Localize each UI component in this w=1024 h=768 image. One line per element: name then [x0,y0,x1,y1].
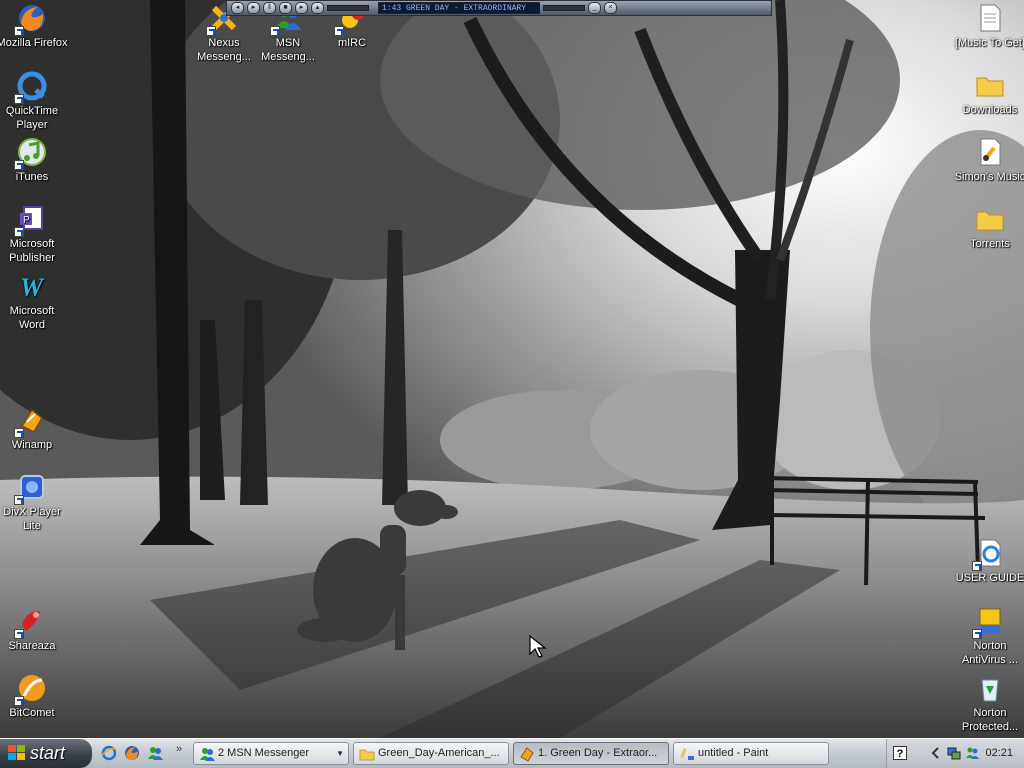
taskbar: start » 2 MSN Messenger ▼ Green_Day-Amer… [0,738,1024,768]
desktop-icon-label: iTunes [15,171,49,183]
desktop-icon-divx[interactable]: DivX Player Lite [0,471,68,533]
taskbar-button-explorer-folder[interactable]: Green_Day-American_... [353,742,509,765]
desktop-icon-music-to-get[interactable]: [Music To Get] [954,2,1024,50]
winamp-icon [520,747,534,762]
desktop-icon-simons-music[interactable]: Simon's Music [954,136,1024,184]
desktop-wallpaper [0,0,1024,738]
desktop-icon-label: Winamp [11,439,53,451]
minimize-button[interactable]: _ [588,2,601,14]
play-button[interactable]: ▸ [247,2,260,14]
paint-icon [680,747,694,760]
itunes-icon [14,136,48,170]
desktop-icon-shareaza[interactable]: Shareaza [0,605,68,653]
recycle-bin-icon [974,672,1006,704]
desktop-icon-label: Mozilla Firefox [0,37,68,49]
folder-icon [974,69,1006,101]
folder-icon [359,749,375,761]
music-file-icon [974,136,1006,168]
network-icon[interactable] [947,746,961,760]
desktop-icon-label: BitComet [9,707,55,719]
desktop-icon-label: MSN Messeng... [261,37,315,63]
divx-icon [14,471,48,505]
desktop-icon-label: Shareaza [8,640,56,652]
desktop-icon-label: Microsoft Publisher [9,238,55,264]
prev-track-button[interactable]: ◂ [231,2,244,14]
desktop-icon-bitcomet[interactable]: BitComet [0,672,68,720]
desktop-icon-label: QuickTime Player [5,105,59,131]
taskbar-button-label: untitled - Paint [698,747,769,759]
desktop-icon-label: Downloads [962,104,1018,116]
desktop-icon-winamp[interactable]: Winamp [0,404,68,452]
start-button[interactable]: start [0,739,92,768]
eject-button[interactable]: ▴ [311,2,324,14]
pause-button[interactable]: ‖ [263,2,276,14]
msn-icon [200,748,215,761]
desktop-icon-torrents[interactable]: Torrents [954,203,1024,251]
taskbar-button-paint[interactable]: untitled - Paint [673,742,829,765]
mouse-cursor-icon [529,634,547,658]
taskbar-button-winamp[interactable]: 1. Green Day - Extraor... [513,742,669,765]
desktop-icon-label: USER GUIDE [955,572,1024,584]
text-document-icon [974,2,1006,34]
seek-slider[interactable] [543,5,585,11]
msn-icon[interactable] [147,745,163,761]
firefox-icon[interactable] [124,745,140,761]
desktop-icon-word[interactable]: W Microsoft Word [0,270,68,332]
desktop-icon-label: Nexus Messeng... [197,37,251,63]
desktop-icon-label: Torrents [970,238,1010,250]
ie-icon[interactable] [101,745,117,761]
desktop-icon-norton-protected-recycle-bin[interactable]: Norton Protected... [954,672,1024,734]
help-icon[interactable]: ? [893,746,907,760]
publisher-icon: P [14,203,48,237]
norton-antivirus-icon [972,605,1006,639]
msn-status-icon[interactable] [965,746,979,760]
expand-arrow-icon[interactable] [929,746,943,760]
clock[interactable]: 02:21 [985,739,1013,768]
desktop-icon-itunes[interactable]: iTunes [0,136,68,184]
system-tray: ? 02:21 [886,739,1024,768]
desktop-icon-firefox[interactable]: Mozilla Firefox [0,2,68,50]
stop-button[interactable]: ■ [279,2,292,14]
taskbar-button-msn-messenger[interactable]: 2 MSN Messenger ▼ [193,742,349,765]
desktop-icon-quicktime[interactable]: QuickTime Player [0,70,68,132]
desktop-icon-downloads[interactable]: Downloads [954,69,1024,117]
start-label: start [30,743,66,763]
svg-text:W: W [20,273,45,302]
quick-launch-chevron-icon[interactable]: » [176,743,182,755]
desktop-icon-label: Simon's Music [954,171,1024,183]
desktop-icon-label: [Music To Get] [954,37,1024,49]
desktop-icon-label: DivX Player Lite [3,506,61,532]
next-track-button[interactable]: ▸ [295,2,308,14]
firefox-icon [14,2,48,36]
word-icon: W [16,270,48,302]
desktop-icon-publisher[interactable]: P Microsoft Publisher [0,203,68,265]
desktop-icon-label: Microsoft Word [9,305,55,331]
quicktime-icon [14,70,48,104]
taskbar-button-label: Green_Day-American_... [378,747,500,759]
folder-icon [974,203,1006,235]
svg-text:P: P [23,215,30,226]
taskbar-button-label: 2 MSN Messenger [218,747,310,759]
ie-document-icon [972,537,1006,571]
desktop-icon-label: Norton Protected... [961,707,1019,733]
winamp-icon [14,404,48,438]
desktop-icon-label: Norton AntiVirus ... [961,640,1019,666]
group-dropdown-icon: ▼ [336,749,344,758]
windows-flag-icon [8,745,25,760]
close-button[interactable]: × [604,2,617,14]
desktop-icon-label: mIRC [337,37,367,49]
bitcomet-icon [14,672,48,706]
shareaza-icon [14,605,48,639]
desktop-icon-user-guide[interactable]: USER GUIDE [954,537,1024,585]
winamp-song-display: 1:43 GREEN DAY - EXTRAORDINARY [378,2,540,14]
volume-slider[interactable] [327,5,369,11]
taskbar-button-label: 1. Green Day - Extraor... [538,747,658,759]
svg-text:?: ? [897,748,904,760]
winamp-player-bar[interactable]: ◂ ▸ ‖ ■ ▸ ▴ 1:43 GREEN DAY - EXTRAORDINA… [226,0,772,16]
desktop-icon-norton-antivirus[interactable]: Norton AntiVirus ... [954,605,1024,667]
